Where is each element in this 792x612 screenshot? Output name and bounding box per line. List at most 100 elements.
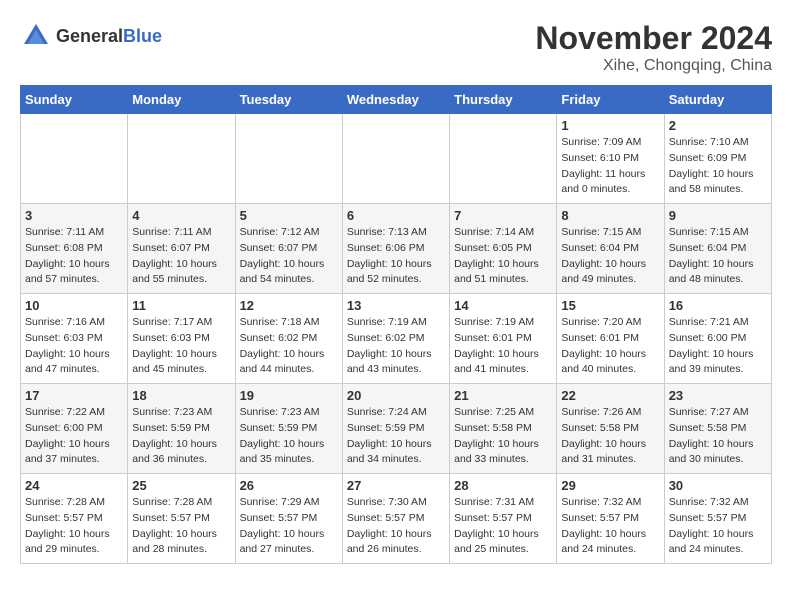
calendar-week-row: 3 Sunrise: 7:11 AM Sunset: 6:08 PM Daylig…	[21, 204, 772, 294]
day-info: Sunrise: 7:11 AM Sunset: 6:08 PM Dayligh…	[25, 225, 123, 288]
title-block: November 2024 Xihe, Chongqing, China	[535, 20, 772, 75]
calendar-cell	[128, 114, 235, 204]
calendar-cell: 12 Sunrise: 7:18 AM Sunset: 6:02 PM Dayli…	[235, 294, 342, 384]
day-number: 15	[561, 298, 659, 313]
calendar-cell	[342, 114, 449, 204]
day-info: Sunrise: 7:28 AM Sunset: 5:57 PM Dayligh…	[132, 495, 230, 558]
day-info: Sunrise: 7:31 AM Sunset: 5:57 PM Dayligh…	[454, 495, 552, 558]
day-number: 6	[347, 208, 445, 223]
day-info: Sunrise: 7:27 AM Sunset: 5:58 PM Dayligh…	[669, 405, 767, 468]
day-number: 2	[669, 118, 767, 133]
day-info: Sunrise: 7:32 AM Sunset: 5:57 PM Dayligh…	[669, 495, 767, 558]
calendar-cell: 25Sunrise: 7:28 AM Sunset: 5:57 PM Dayli…	[128, 474, 235, 564]
calendar-cell: 7 Sunrise: 7:14 AM Sunset: 6:05 PM Daylig…	[450, 204, 557, 294]
day-number: 16	[669, 298, 767, 313]
weekday-header: Tuesday	[235, 86, 342, 114]
day-info: Sunrise: 7:28 AM Sunset: 5:57 PM Dayligh…	[25, 495, 123, 558]
day-info: Sunrise: 7:19 AM Sunset: 6:01 PM Dayligh…	[454, 315, 552, 378]
logo: GeneralBlue	[20, 20, 162, 52]
logo-text-general: General	[56, 26, 123, 46]
calendar-cell	[235, 114, 342, 204]
day-number: 8	[561, 208, 659, 223]
calendar-cell: 19Sunrise: 7:23 AM Sunset: 5:59 PM Dayli…	[235, 384, 342, 474]
day-info: Sunrise: 7:19 AM Sunset: 6:02 PM Dayligh…	[347, 315, 445, 378]
calendar-week-row: 1Sunrise: 7:09 AM Sunset: 6:10 PM Daylig…	[21, 114, 772, 204]
calendar-cell: 26 Sunrise: 7:29 AM Sunset: 5:57 PM Dayli…	[235, 474, 342, 564]
calendar-cell: 13 Sunrise: 7:19 AM Sunset: 6:02 PM Dayli…	[342, 294, 449, 384]
day-info: Sunrise: 7:13 AM Sunset: 6:06 PM Dayligh…	[347, 225, 445, 288]
calendar-cell	[21, 114, 128, 204]
calendar-cell: 8 Sunrise: 7:15 AM Sunset: 6:04 PM Daylig…	[557, 204, 664, 294]
day-number: 12	[240, 298, 338, 313]
day-info: Sunrise: 7:15 AM Sunset: 6:04 PM Dayligh…	[669, 225, 767, 288]
day-info: Sunrise: 7:12 AM Sunset: 6:07 PM Dayligh…	[240, 225, 338, 288]
logo-text-blue: Blue	[123, 26, 162, 46]
day-info: Sunrise: 7:25 AM Sunset: 5:58 PM Dayligh…	[454, 405, 552, 468]
page-header: GeneralBlue November 2024 Xihe, Chongqin…	[20, 20, 772, 75]
calendar-cell: 18Sunrise: 7:23 AM Sunset: 5:59 PM Dayli…	[128, 384, 235, 474]
calendar-cell: 15 Sunrise: 7:20 AM Sunset: 6:01 PM Dayli…	[557, 294, 664, 384]
day-info: Sunrise: 7:14 AM Sunset: 6:05 PM Dayligh…	[454, 225, 552, 288]
calendar-cell: 5 Sunrise: 7:12 AM Sunset: 6:07 PM Daylig…	[235, 204, 342, 294]
day-number: 21	[454, 388, 552, 403]
day-info: Sunrise: 7:17 AM Sunset: 6:03 PM Dayligh…	[132, 315, 230, 378]
day-number: 23	[669, 388, 767, 403]
calendar-week-row: 17 Sunrise: 7:22 AM Sunset: 6:00 PM Dayli…	[21, 384, 772, 474]
day-number: 22	[561, 388, 659, 403]
weekday-header: Thursday	[450, 86, 557, 114]
weekday-header: Friday	[557, 86, 664, 114]
day-number: 28	[454, 478, 552, 493]
day-number: 14	[454, 298, 552, 313]
calendar-cell: 17 Sunrise: 7:22 AM Sunset: 6:00 PM Dayli…	[21, 384, 128, 474]
calendar: SundayMondayTuesdayWednesdayThursdayFrid…	[20, 85, 772, 564]
calendar-cell: 23 Sunrise: 7:27 AM Sunset: 5:58 PM Dayli…	[664, 384, 771, 474]
weekday-header: Saturday	[664, 86, 771, 114]
calendar-cell: 14 Sunrise: 7:19 AM Sunset: 6:01 PM Dayli…	[450, 294, 557, 384]
calendar-cell: 2 Sunrise: 7:10 AM Sunset: 6:09 PM Daylig…	[664, 114, 771, 204]
day-number: 5	[240, 208, 338, 223]
weekday-header-row: SundayMondayTuesdayWednesdayThursdayFrid…	[21, 86, 772, 114]
day-number: 3	[25, 208, 123, 223]
weekday-header: Sunday	[21, 86, 128, 114]
day-number: 26	[240, 478, 338, 493]
calendar-cell: 29 Sunrise: 7:32 AM Sunset: 5:57 PM Dayli…	[557, 474, 664, 564]
day-info: Sunrise: 7:30 AM Sunset: 5:57 PM Dayligh…	[347, 495, 445, 558]
day-info: Sunrise: 7:22 AM Sunset: 6:00 PM Dayligh…	[25, 405, 123, 468]
month-title: November 2024	[535, 20, 772, 57]
calendar-cell: 30 Sunrise: 7:32 AM Sunset: 5:57 PM Dayli…	[664, 474, 771, 564]
day-info: Sunrise: 7:10 AM Sunset: 6:09 PM Dayligh…	[669, 135, 767, 198]
day-number: 11	[132, 298, 230, 313]
calendar-cell: 10Sunrise: 7:16 AM Sunset: 6:03 PM Dayli…	[21, 294, 128, 384]
day-info: Sunrise: 7:29 AM Sunset: 5:57 PM Dayligh…	[240, 495, 338, 558]
day-info: Sunrise: 7:16 AM Sunset: 6:03 PM Dayligh…	[25, 315, 123, 378]
weekday-header: Wednesday	[342, 86, 449, 114]
day-number: 30	[669, 478, 767, 493]
calendar-cell	[450, 114, 557, 204]
day-number: 27	[347, 478, 445, 493]
day-info: Sunrise: 7:26 AM Sunset: 5:58 PM Dayligh…	[561, 405, 659, 468]
day-number: 29	[561, 478, 659, 493]
day-number: 4	[132, 208, 230, 223]
day-info: Sunrise: 7:24 AM Sunset: 5:59 PM Dayligh…	[347, 405, 445, 468]
calendar-cell: 16Sunrise: 7:21 AM Sunset: 6:00 PM Dayli…	[664, 294, 771, 384]
calendar-cell: 9Sunrise: 7:15 AM Sunset: 6:04 PM Daylig…	[664, 204, 771, 294]
day-info: Sunrise: 7:18 AM Sunset: 6:02 PM Dayligh…	[240, 315, 338, 378]
day-info: Sunrise: 7:20 AM Sunset: 6:01 PM Dayligh…	[561, 315, 659, 378]
day-number: 19	[240, 388, 338, 403]
day-number: 13	[347, 298, 445, 313]
day-number: 7	[454, 208, 552, 223]
calendar-cell: 22 Sunrise: 7:26 AM Sunset: 5:58 PM Dayli…	[557, 384, 664, 474]
calendar-cell: 28 Sunrise: 7:31 AM Sunset: 5:57 PM Dayli…	[450, 474, 557, 564]
day-info: Sunrise: 7:09 AM Sunset: 6:10 PM Dayligh…	[561, 135, 659, 198]
day-info: Sunrise: 7:15 AM Sunset: 6:04 PM Dayligh…	[561, 225, 659, 288]
calendar-cell: 6 Sunrise: 7:13 AM Sunset: 6:06 PM Daylig…	[342, 204, 449, 294]
calendar-cell: 3 Sunrise: 7:11 AM Sunset: 6:08 PM Daylig…	[21, 204, 128, 294]
day-number: 17	[25, 388, 123, 403]
day-number: 20	[347, 388, 445, 403]
day-info: Sunrise: 7:32 AM Sunset: 5:57 PM Dayligh…	[561, 495, 659, 558]
calendar-cell: 4Sunrise: 7:11 AM Sunset: 6:07 PM Daylig…	[128, 204, 235, 294]
logo-icon	[20, 20, 52, 52]
day-number: 24	[25, 478, 123, 493]
calendar-cell: 20 Sunrise: 7:24 AM Sunset: 5:59 PM Dayli…	[342, 384, 449, 474]
calendar-cell: 21 Sunrise: 7:25 AM Sunset: 5:58 PM Dayli…	[450, 384, 557, 474]
